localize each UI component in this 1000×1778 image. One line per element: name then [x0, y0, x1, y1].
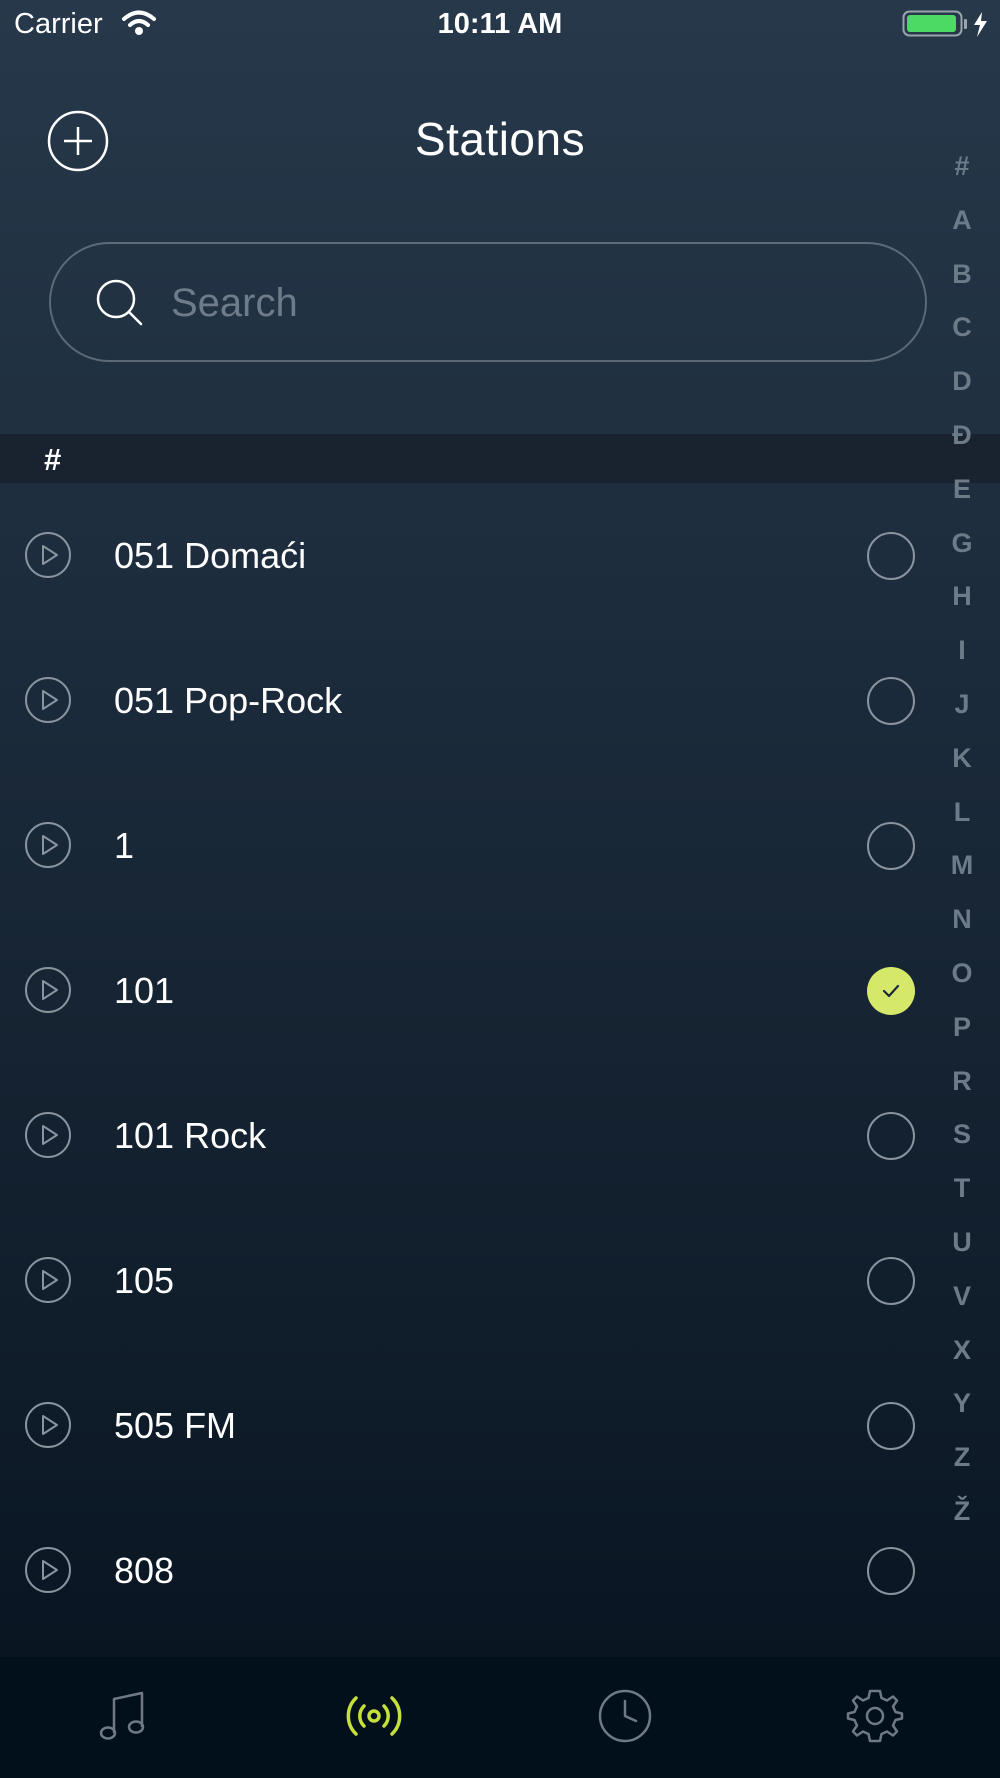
alphabet-index[interactable]: # A B C D Đ E G H I J K L M N O P R S T … [940, 140, 984, 1539]
station-row[interactable]: 505 FM [0, 1353, 1000, 1498]
index-letter[interactable]: O [940, 947, 984, 1001]
section-header: # [0, 434, 1000, 483]
index-letter[interactable]: V [940, 1270, 984, 1324]
index-letter[interactable]: G [940, 517, 984, 571]
play-icon[interactable] [24, 1401, 72, 1449]
index-letter[interactable]: P [940, 1001, 984, 1055]
index-letter[interactable]: U [940, 1216, 984, 1270]
index-letter[interactable]: L [940, 786, 984, 840]
station-row[interactable]: 808 [0, 1498, 1000, 1643]
page-title: Stations [414, 113, 586, 165]
station-name: 105 [114, 1260, 175, 1301]
play-icon[interactable] [24, 821, 72, 869]
station-name: 101 [114, 970, 175, 1011]
station-name: 505 FM [114, 1405, 237, 1446]
station-row[interactable]: 051 Pop-Rock [0, 628, 1000, 773]
index-letter[interactable]: K [940, 732, 984, 786]
play-icon[interactable] [24, 531, 72, 579]
station-row[interactable]: 101 Rock [0, 1063, 1000, 1208]
index-letter[interactable]: Z [940, 1431, 984, 1485]
tab-settings[interactable] [842, 1683, 908, 1749]
tab-stations[interactable] [341, 1683, 407, 1749]
select-circle[interactable] [867, 1112, 915, 1160]
play-icon[interactable] [24, 1256, 72, 1304]
index-letter[interactable]: I [940, 624, 984, 678]
station-name: 051 Pop-Rock [114, 680, 343, 721]
index-letter[interactable]: D [940, 355, 984, 409]
index-letter[interactable]: T [940, 1162, 984, 1216]
select-circle[interactable] [867, 822, 915, 870]
index-letter[interactable]: J [940, 678, 984, 732]
select-circle[interactable] [867, 1402, 915, 1450]
index-letter[interactable]: N [940, 893, 984, 947]
gear-icon [846, 1689, 904, 1743]
play-icon[interactable] [24, 676, 72, 724]
tab-bar [0, 1657, 1000, 1778]
index-letter[interactable]: Đ [940, 409, 984, 463]
station-row[interactable]: 051 Domaći [0, 483, 1000, 628]
select-circle[interactable] [867, 1547, 915, 1595]
clock-time: 10:11 AM [437, 8, 563, 40]
station-name: 1 [114, 825, 135, 866]
index-letter[interactable]: R [940, 1055, 984, 1109]
checkmark-icon [882, 984, 900, 998]
station-name: 101 Rock [114, 1115, 267, 1156]
tab-music[interactable] [92, 1683, 158, 1749]
index-letter[interactable]: H [940, 570, 984, 624]
search-input[interactable] [171, 264, 891, 342]
section-header-label: # [44, 442, 62, 477]
station-row[interactable]: 105 [0, 1208, 1000, 1353]
index-letter[interactable]: X [940, 1324, 984, 1378]
search-icon [96, 279, 143, 326]
select-circle[interactable] [867, 1257, 915, 1305]
station-row[interactable]: 1 [0, 773, 1000, 918]
index-letter[interactable]: Ž [940, 1485, 984, 1539]
station-name: 051 Domaći [114, 535, 307, 576]
station-name: 808 [114, 1550, 175, 1591]
index-letter[interactable]: B [940, 248, 984, 302]
index-letter[interactable]: M [940, 839, 984, 893]
station-list: 051 Domaći 051 Pop-Rock 1 101 101 Rock 1… [0, 483, 1000, 1643]
index-letter[interactable]: E [940, 463, 984, 517]
clock-icon [598, 1689, 652, 1743]
play-icon[interactable] [24, 1546, 72, 1594]
station-row[interactable]: 101 [0, 918, 1000, 1063]
play-icon[interactable] [24, 966, 72, 1014]
index-letter[interactable]: Y [940, 1377, 984, 1431]
search-bar[interactable] [49, 242, 927, 362]
index-letter[interactable]: # [940, 140, 984, 194]
index-letter[interactable]: C [940, 301, 984, 355]
music-note-icon [99, 1691, 145, 1740]
select-circle[interactable] [867, 677, 915, 725]
radio-broadcast-icon [346, 1696, 402, 1736]
index-letter[interactable]: S [940, 1108, 984, 1162]
tab-history[interactable] [592, 1683, 658, 1749]
index-letter[interactable]: A [940, 194, 984, 248]
battery-icon [902, 10, 987, 37]
status-bar: Carrier 10:11 AM [0, 0, 1000, 50]
play-icon[interactable] [24, 1111, 72, 1159]
select-circle[interactable] [867, 532, 915, 580]
selected-check-circle[interactable] [867, 967, 915, 1015]
